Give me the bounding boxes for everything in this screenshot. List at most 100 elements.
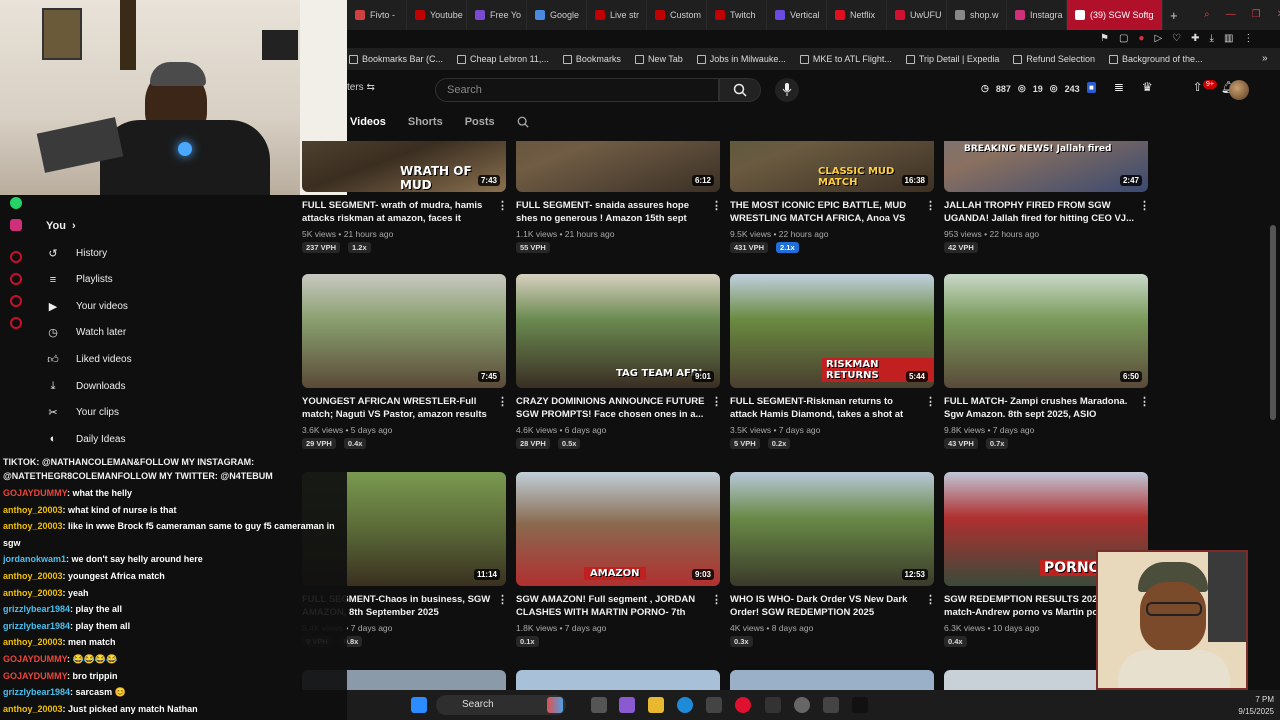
video-card[interactable]: RISKMAN RETURNS 5:44 FULL SEGMENT-Riskman … <box>730 274 936 454</box>
video-card[interactable]: TAG TEAM AFRI 9:01 CRAZY DOMINIONS ANNOUNC… <box>516 274 722 454</box>
video-thumbnail[interactable]: 7:45 <box>302 274 506 388</box>
more-options-icon[interactable]: ⋮ <box>497 593 508 606</box>
browser-tab[interactable]: Google <box>527 0 587 30</box>
sidebar-item-your-videos[interactable]: ▶ Your videos <box>46 299 128 313</box>
video-thumbnail-partial[interactable] <box>516 670 720 690</box>
browser-tab[interactable]: Twitch <box>707 0 767 30</box>
more-options-icon[interactable]: ⋮ <box>925 199 934 212</box>
extension-icon[interactable]: ▷ <box>1154 33 1162 44</box>
tab-posts[interactable]: Posts <box>465 116 495 128</box>
voice-search-button[interactable] <box>775 78 799 102</box>
sidebar-item-history[interactable]: ↺ History <box>46 246 107 260</box>
bookmark-item[interactable]: Jobs in Milwauke... <box>696 54 786 64</box>
heart-icon[interactable]: ♡ <box>1172 33 1181 44</box>
browser-tab[interactable]: Fivto - <box>347 0 407 30</box>
more-options-icon[interactable]: ⋮ <box>497 199 506 212</box>
terminal-icon[interactable] <box>765 697 781 713</box>
system-clock[interactable]: 7 PM 9/15/2025 <box>1238 694 1274 718</box>
video-title[interactable]: FULL MATCH- Zampi crushes Maradona. Sgw … <box>944 395 1134 421</box>
sidebar-item-downloads[interactable]: ⤓ Downloads <box>46 379 126 393</box>
edge-icon[interactable] <box>677 697 693 713</box>
tab-shorts[interactable]: Shorts <box>408 116 443 128</box>
extension-badge-icon[interactable]: ■ <box>1087 81 1096 93</box>
close-icon[interactable]: ✕ <box>1277 9 1280 20</box>
sidebar-item-watch-later[interactable]: ◷ Watch later <box>46 326 126 340</box>
bookmark-item[interactable]: Bookmarks <box>562 54 621 64</box>
channel-search-icon[interactable] <box>517 116 529 128</box>
widgets-icon[interactable] <box>547 697 563 713</box>
more-options-icon[interactable]: ⋮ <box>711 593 722 606</box>
browser-tab[interactable]: Custom <box>647 0 707 30</box>
video-title[interactable]: YOUNGEST AFRICAN WRESTLER-Full match; Na… <box>302 395 492 421</box>
search-input[interactable]: Search <box>435 78 719 102</box>
video-title[interactable]: CRAZY DOMINIONS ANNOUNCE FUTURE SGW PROM… <box>516 395 706 421</box>
search-tabs-icon[interactable]: ⌕ <box>1204 9 1210 20</box>
video-title[interactable]: JALLAH TROPHY FIRED FROM SGW UGANDA! Jal… <box>944 199 1134 225</box>
video-title[interactable]: FULL SEGMENT-Riskman returns to attack H… <box>730 395 920 421</box>
search-button[interactable] <box>719 78 761 102</box>
more-options-icon[interactable]: ⋮ <box>497 395 508 408</box>
bookmark-item[interactable]: New Tab <box>634 54 683 64</box>
more-bookmarks-icon[interactable]: » <box>1262 53 1268 64</box>
store-icon[interactable] <box>706 697 722 713</box>
video-card[interactable]: 7:45 YOUNGEST AFRICAN WRESTLER-Full match… <box>302 274 508 454</box>
video-thumbnail[interactable]: RISKMAN RETURNS 5:44 <box>730 274 934 388</box>
avatar[interactable] <box>1229 80 1249 100</box>
record-icon[interactable]: ● <box>1138 33 1144 44</box>
bookmark-item[interactable]: Background of the... <box>1108 54 1203 64</box>
more-options-icon[interactable]: ⋮ <box>1139 199 1148 212</box>
browser-tab[interactable]: UwUFU <box>887 0 947 30</box>
tiktok-icon[interactable] <box>852 697 868 713</box>
video-title[interactable]: SGW AMAZON! Full segment , JORDAN CLASHE… <box>516 593 706 619</box>
download-toolbar-icon[interactable]: ⤓ <box>1210 33 1214 44</box>
browser-tab[interactable]: shop.w <box>947 0 1007 30</box>
video-thumbnail[interactable]: AMAZON 9:03 <box>516 472 720 586</box>
trophy-icon[interactable]: ♛ <box>1142 80 1153 94</box>
copilot-icon[interactable] <box>619 697 635 713</box>
steam-icon[interactable] <box>794 697 810 713</box>
bookmark-item[interactable]: Bookmarks Bar (C... <box>349 54 443 64</box>
more-options-icon[interactable]: ⋮ <box>711 395 722 408</box>
video-card[interactable]: 12:53 WHO IS WHO- Dark Order VS New Dark … <box>730 472 936 652</box>
video-title[interactable]: WHO IS WHO- Dark Order VS New Dark Order… <box>730 593 920 619</box>
browser-tab[interactable]: Vertical <box>767 0 827 30</box>
whatsapp-icon[interactable] <box>10 197 22 209</box>
video-thumbnail-partial[interactable] <box>730 670 934 690</box>
more-options-icon[interactable]: ⋮ <box>1139 395 1150 408</box>
file-explorer-icon[interactable] <box>648 697 664 713</box>
sidebar-item-playlists[interactable]: ≡ Playlists <box>46 273 113 287</box>
windows-start-icon[interactable] <box>411 697 427 713</box>
browser-tab[interactable]: Live str <box>587 0 647 30</box>
video-title[interactable]: FULL SEGMENT- wrath of mudra, hamis atta… <box>302 199 492 225</box>
sidebar-you[interactable]: You › <box>46 220 76 232</box>
new-tab-icon[interactable]: + <box>1170 8 1178 23</box>
instagram-icon[interactable] <box>10 219 22 231</box>
browser-tab[interactable]: Instagra <box>1007 0 1067 30</box>
bookmark-item[interactable]: Cheap Lebron 11,... <box>457 54 549 64</box>
more-options-icon[interactable]: ⋮ <box>925 593 936 606</box>
browser-tab[interactable]: Free Yo <box>467 0 527 30</box>
filters-button[interactable]: ters ⇆ <box>347 82 375 93</box>
strip-icon-4[interactable] <box>10 317 22 329</box>
video-title[interactable]: THE MOST ICONIC EPIC BATTLE, MUD WRESTLI… <box>730 199 920 225</box>
maximize-icon[interactable]: ❐ <box>1252 9 1261 20</box>
browser-tab[interactable]: (39) SGW Softg <box>1067 0 1163 30</box>
opera-icon[interactable] <box>735 697 751 713</box>
bookmark-item[interactable]: Trip Detail | Expedia <box>905 54 999 64</box>
scrollbar[interactable] <box>1270 225 1276 420</box>
more-options-icon[interactable]: ⋮ <box>925 395 936 408</box>
obs-icon[interactable] <box>823 697 839 713</box>
strip-icon-2[interactable] <box>10 273 22 285</box>
sidebar-item-your-clips[interactable]: ✂ Your clips <box>46 406 119 420</box>
minimize-icon[interactable]: — <box>1226 9 1236 20</box>
list-icon[interactable]: ≣ <box>1114 80 1124 94</box>
video-card[interactable]: AMAZON 9:03 SGW AMAZON! Full segment , JOR… <box>516 472 722 652</box>
tab-videos[interactable]: Videos <box>350 116 386 128</box>
sidebar-item-liked-videos[interactable]: 👍︎ Liked videos <box>46 352 131 366</box>
strip-icon-1[interactable] <box>10 251 22 263</box>
puzzle-icon[interactable]: ✚ <box>1191 33 1199 44</box>
sidebar-item-daily-ideas[interactable]: ◐ Daily Ideas <box>46 432 126 446</box>
bookmark-item[interactable]: Refund Selection <box>1013 54 1095 64</box>
video-thumbnail[interactable]: TAG TEAM AFRI 9:01 <box>516 274 720 388</box>
strip-icon-3[interactable] <box>10 295 22 307</box>
